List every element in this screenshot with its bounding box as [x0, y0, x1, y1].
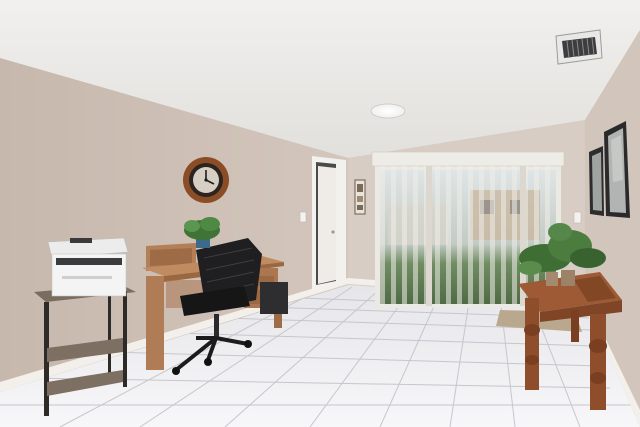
- wall-outlet: [573, 211, 582, 224]
- interior-door: [312, 156, 346, 290]
- ceiling-light: [370, 103, 406, 119]
- waste-bin: [260, 282, 288, 314]
- framed-wall-art: [354, 179, 366, 215]
- printer: [47, 237, 129, 297]
- air-vent: [555, 29, 603, 65]
- framed-mirror-right: [604, 121, 630, 218]
- wall-clock: [183, 157, 229, 203]
- light-switch: [299, 211, 307, 223]
- framed-mirror-left: [589, 146, 604, 216]
- room-illustration: [0, 0, 640, 427]
- room-photo: [0, 0, 640, 427]
